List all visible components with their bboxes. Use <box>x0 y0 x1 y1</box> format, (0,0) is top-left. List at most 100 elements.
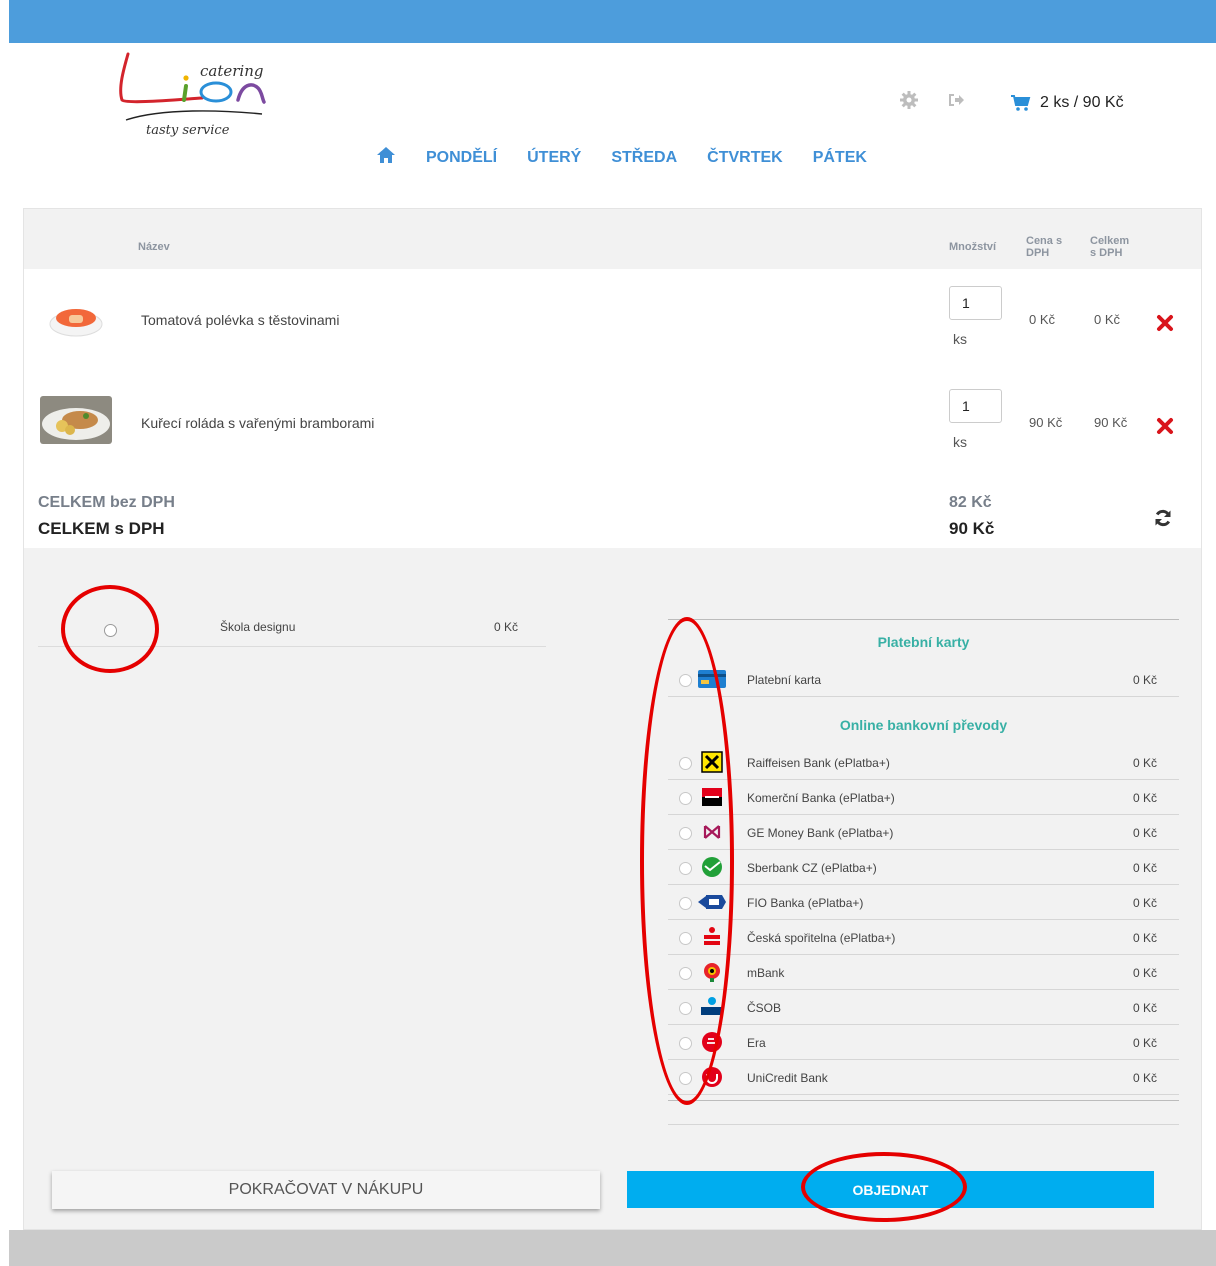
payment-radio[interactable] <box>679 674 692 687</box>
shipping-option[interactable]: Škola designu 0 Kč <box>38 613 546 647</box>
era-logo-icon <box>698 1031 726 1053</box>
chicken-product-image <box>40 396 112 444</box>
payment-option-mbank[interactable]: mBank 0 Kč <box>668 955 1179 990</box>
payment-price: 0 Kč <box>1132 1071 1157 1085</box>
payment-option-fio[interactable]: FIO Banka (ePlatba+) 0 Kč <box>668 885 1179 920</box>
refresh-icon[interactable] <box>1153 508 1173 528</box>
payment-price: 0 Kč <box>1132 756 1157 770</box>
line-total: 0 Kč <box>1094 312 1121 327</box>
payment-name: UniCredit Bank <box>747 1071 828 1085</box>
nav-item-wednesday[interactable]: STŘEDA <box>611 149 677 167</box>
nav-item-thursday[interactable]: ČTVRTEK <box>707 149 783 167</box>
total-with-vat-value: 90 Kč <box>949 519 995 538</box>
nav-item-monday[interactable]: PONDĚLÍ <box>426 149 497 167</box>
payment-price: 0 Kč <box>1132 673 1157 687</box>
payment-price: 0 Kč <box>1132 896 1157 910</box>
card-payments-heading: Platební karty <box>877 634 970 650</box>
payment-radio[interactable] <box>679 1072 692 1085</box>
divider <box>668 1100 1179 1101</box>
ge-money-logo-icon <box>698 821 726 843</box>
fio-banka-logo-icon <box>698 891 726 913</box>
shipping-price: 0 Kč <box>494 620 519 634</box>
mbank-logo-icon <box>698 961 726 983</box>
product-name[interactable]: Kuřecí roláda s vařenými bramborami <box>141 415 374 431</box>
payment-option-raiffeisen[interactable]: Raiffeisen Bank (ePlatba+) 0 Kč <box>668 745 1179 780</box>
payment-radio[interactable] <box>679 757 692 770</box>
csob-logo-icon <box>698 996 726 1018</box>
payment-name: Komerční Banka (ePlatba+) <box>747 791 895 805</box>
payment-radio[interactable] <box>679 1002 692 1015</box>
column-header-price: Cena s DPH <box>1026 235 1063 259</box>
column-header-quantity: Množství <box>949 241 997 253</box>
cart-table-header: Název Množství Cena s DPH Celkem s DPH <box>24 209 1201 269</box>
cart-row: Tomatová polévka s těstovinami ks 0 Kč 0… <box>24 269 1201 369</box>
payment-option-card[interactable]: Platební karta 0 Kč <box>668 662 1179 697</box>
day-navigation: PONDĚLÍ ÚTERÝ STŘEDA ČTVRTEK PÁTEK <box>376 146 867 169</box>
payment-price: 0 Kč <box>1132 791 1157 805</box>
quantity-input[interactable] <box>949 389 1002 423</box>
total-without-vat-value: 82 Kč <box>949 494 992 511</box>
payment-radio[interactable] <box>679 1037 692 1050</box>
lion-catering-logo[interactable]: catering tasty service <box>112 48 272 144</box>
logo-tagline: tasty service <box>146 123 230 138</box>
payment-radio[interactable] <box>679 827 692 840</box>
cart-icon <box>1011 95 1031 111</box>
payment-name: mBank <box>747 966 785 980</box>
remove-item-icon[interactable] <box>1156 417 1174 435</box>
unit-price: 0 Kč <box>1029 312 1056 327</box>
payment-option-ceska-sporitelna[interactable]: Česká spořitelna (ePlatba+) 0 Kč <box>668 920 1179 955</box>
payment-option-csob[interactable]: ČSOB 0 Kč <box>668 990 1179 1025</box>
nav-item-tuesday[interactable]: ÚTERÝ <box>527 149 581 167</box>
sign-out-icon[interactable] <box>946 90 966 110</box>
continue-shopping-button[interactable]: POKRAČOVAT V NÁKUPU <box>52 1171 600 1209</box>
unit-price: 90 Kč <box>1029 415 1063 430</box>
line-total: 90 Kč <box>1094 415 1128 430</box>
komercni-banka-logo-icon <box>698 786 726 808</box>
nav-item-friday[interactable]: PÁTEK <box>813 149 867 167</box>
gear-icon[interactable] <box>899 90 919 110</box>
top-bar <box>9 0 1216 43</box>
payment-option-era[interactable]: Era 0 Kč <box>668 1025 1179 1060</box>
payment-price: 0 Kč <box>1132 1036 1157 1050</box>
payment-name: Raiffeisen Bank (ePlatba+) <box>747 756 890 770</box>
cart-panel: Název Množství Cena s DPH Celkem s DPH T… <box>23 208 1202 1230</box>
payment-name: FIO Banka (ePlatba+) <box>747 896 864 910</box>
raiffeisen-logo-icon <box>698 751 726 773</box>
payment-radio[interactable] <box>679 862 692 875</box>
cart-summary-text: 2 ks / 90 Kč <box>1040 94 1124 111</box>
payment-name: Platební karta <box>747 673 822 687</box>
unicredit-logo-icon <box>698 1066 726 1088</box>
bank-transfers-heading: Online bankovní převody <box>839 717 1008 733</box>
bottom-bar <box>9 1230 1216 1266</box>
sberbank-logo-icon <box>698 856 726 878</box>
quantity-input[interactable] <box>949 286 1002 320</box>
remove-item-icon[interactable] <box>1156 314 1174 332</box>
total-with-vat-label: CELKEM s DPH <box>38 519 165 538</box>
home-icon[interactable] <box>376 146 396 169</box>
quantity-unit: ks <box>953 331 967 347</box>
credit-card-icon <box>698 668 726 690</box>
payment-radio[interactable] <box>679 897 692 910</box>
payment-name: Sberbank CZ (ePlatba+) <box>747 861 877 875</box>
payment-option-komercni[interactable]: Komerční Banka (ePlatba+) 0 Kč <box>668 780 1179 815</box>
cart-row: Kuřecí roláda s vařenými bramborami ks 9… <box>24 372 1201 472</box>
cart-table-body: Tomatová polévka s těstovinami ks 0 Kč 0… <box>24 269 1201 548</box>
cart-summary[interactable]: 2 ks / 90 Kč <box>1010 94 1124 112</box>
payment-option-ge-money[interactable]: GE Money Bank (ePlatba+) 0 Kč <box>668 815 1179 850</box>
payment-price: 0 Kč <box>1132 861 1157 875</box>
payment-option-sberbank[interactable]: Sberbank CZ (ePlatba+) 0 Kč <box>668 850 1179 885</box>
soup-product-image <box>40 296 112 344</box>
payment-price: 0 Kč <box>1132 931 1157 945</box>
payment-name: Era <box>747 1036 766 1050</box>
payment-name: ČSOB <box>747 1001 782 1015</box>
payment-name: GE Money Bank (ePlatba+) <box>747 826 894 840</box>
payment-radio[interactable] <box>679 967 692 980</box>
payment-radio[interactable] <box>679 932 692 945</box>
divider <box>668 619 1179 620</box>
shipping-radio[interactable] <box>104 624 117 637</box>
order-button[interactable]: OBJEDNAT <box>627 1171 1154 1208</box>
payment-option-unicredit[interactable]: UniCredit Bank 0 Kč <box>668 1060 1179 1095</box>
product-name[interactable]: Tomatová polévka s těstovinami <box>141 312 339 328</box>
payment-radio[interactable] <box>679 792 692 805</box>
total-without-vat-label: CELKEM bez DPH <box>38 494 175 511</box>
